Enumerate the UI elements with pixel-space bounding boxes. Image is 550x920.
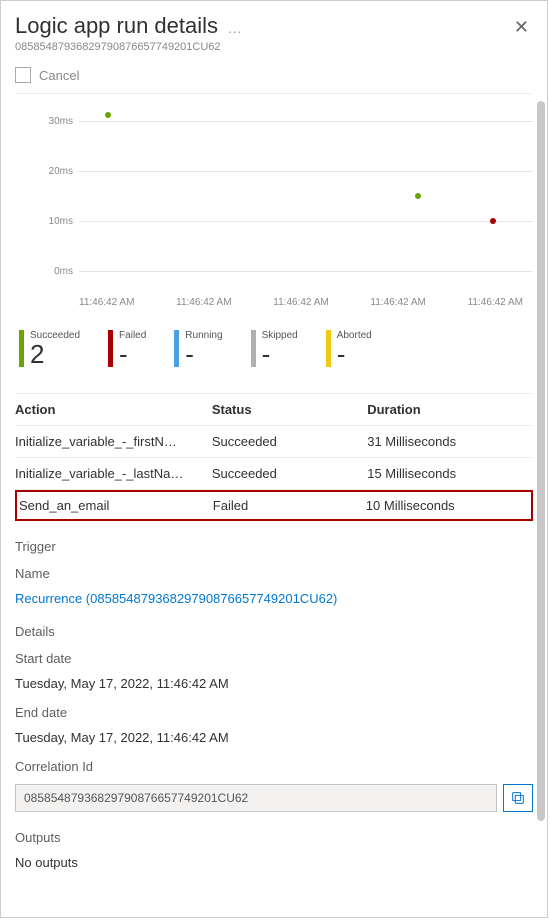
x-tick: 11:46:42 AM bbox=[79, 297, 134, 308]
stat-skipped: Skipped- bbox=[251, 330, 298, 367]
more-icon[interactable]: … bbox=[228, 20, 242, 36]
actions-table: Action Status Duration Initialize_variab… bbox=[15, 393, 533, 521]
page-title: Logic app run details bbox=[15, 13, 218, 38]
col-status: Status bbox=[212, 402, 367, 417]
y-tick: 10ms bbox=[43, 216, 79, 227]
table-row[interactable]: Initialize_variable_-_firstN… Succeeded … bbox=[15, 426, 533, 458]
outputs-heading: Outputs bbox=[15, 830, 533, 845]
col-duration: Duration bbox=[367, 402, 533, 417]
cancel-label: Cancel bbox=[39, 68, 79, 83]
stat-running: Running- bbox=[174, 330, 222, 367]
details-heading: Details bbox=[15, 624, 533, 639]
col-action: Action bbox=[15, 402, 212, 417]
x-tick: 11:46:42 AM bbox=[370, 297, 425, 308]
start-date-label: Start date bbox=[15, 651, 533, 666]
close-icon[interactable]: ✕ bbox=[510, 13, 533, 42]
trigger-name-link[interactable]: Recurrence (0858548793682979087665774920… bbox=[15, 591, 533, 606]
cancel-action[interactable]: Cancel bbox=[15, 67, 533, 94]
table-row[interactable]: Initialize_variable_-_lastNa… Succeeded … bbox=[15, 458, 533, 490]
chart-point-succeeded bbox=[105, 112, 111, 118]
x-tick: 11:46:42 AM bbox=[273, 297, 328, 308]
end-date-label: End date bbox=[15, 705, 533, 720]
correlation-id-label: Correlation Id bbox=[15, 759, 533, 774]
chart-point-succeeded bbox=[415, 193, 421, 199]
run-id: 08585487936829790876657749201CU62 bbox=[15, 41, 242, 53]
chart-x-axis: 11:46:42 AM 11:46:42 AM 11:46:42 AM 11:4… bbox=[15, 297, 533, 308]
table-row-failed[interactable]: Send_an_email Failed 10 Milliseconds bbox=[15, 490, 533, 521]
trigger-name-label: Name bbox=[15, 566, 533, 581]
outputs-value: No outputs bbox=[15, 855, 533, 870]
stat-aborted: Aborted- bbox=[326, 330, 372, 367]
y-tick: 20ms bbox=[43, 166, 79, 177]
run-details-panel: Logic app run details … 0858548793682979… bbox=[0, 0, 548, 918]
cancel-checkbox-icon[interactable] bbox=[15, 67, 31, 83]
trigger-heading: Trigger bbox=[15, 539, 533, 554]
duration-chart: 30ms 20ms 10ms 0ms bbox=[15, 116, 533, 291]
start-date-value: Tuesday, May 17, 2022, 11:46:42 AM bbox=[15, 676, 533, 691]
scrollbar[interactable] bbox=[537, 101, 545, 821]
stat-failed: Failed- bbox=[108, 330, 146, 367]
end-date-value: Tuesday, May 17, 2022, 11:46:42 AM bbox=[15, 730, 533, 745]
x-tick: 11:46:42 AM bbox=[468, 297, 523, 308]
copy-button[interactable] bbox=[503, 784, 533, 812]
y-tick: 30ms bbox=[43, 116, 79, 127]
chart-point-failed bbox=[490, 218, 496, 224]
x-tick: 11:46:42 AM bbox=[176, 297, 231, 308]
stat-succeeded: Succeeded2 bbox=[19, 330, 80, 367]
copy-icon bbox=[510, 790, 526, 806]
correlation-id-input[interactable] bbox=[15, 784, 497, 812]
status-summary: Succeeded2 Failed- Running- Skipped- Abo… bbox=[15, 330, 533, 367]
y-tick: 0ms bbox=[43, 266, 79, 277]
